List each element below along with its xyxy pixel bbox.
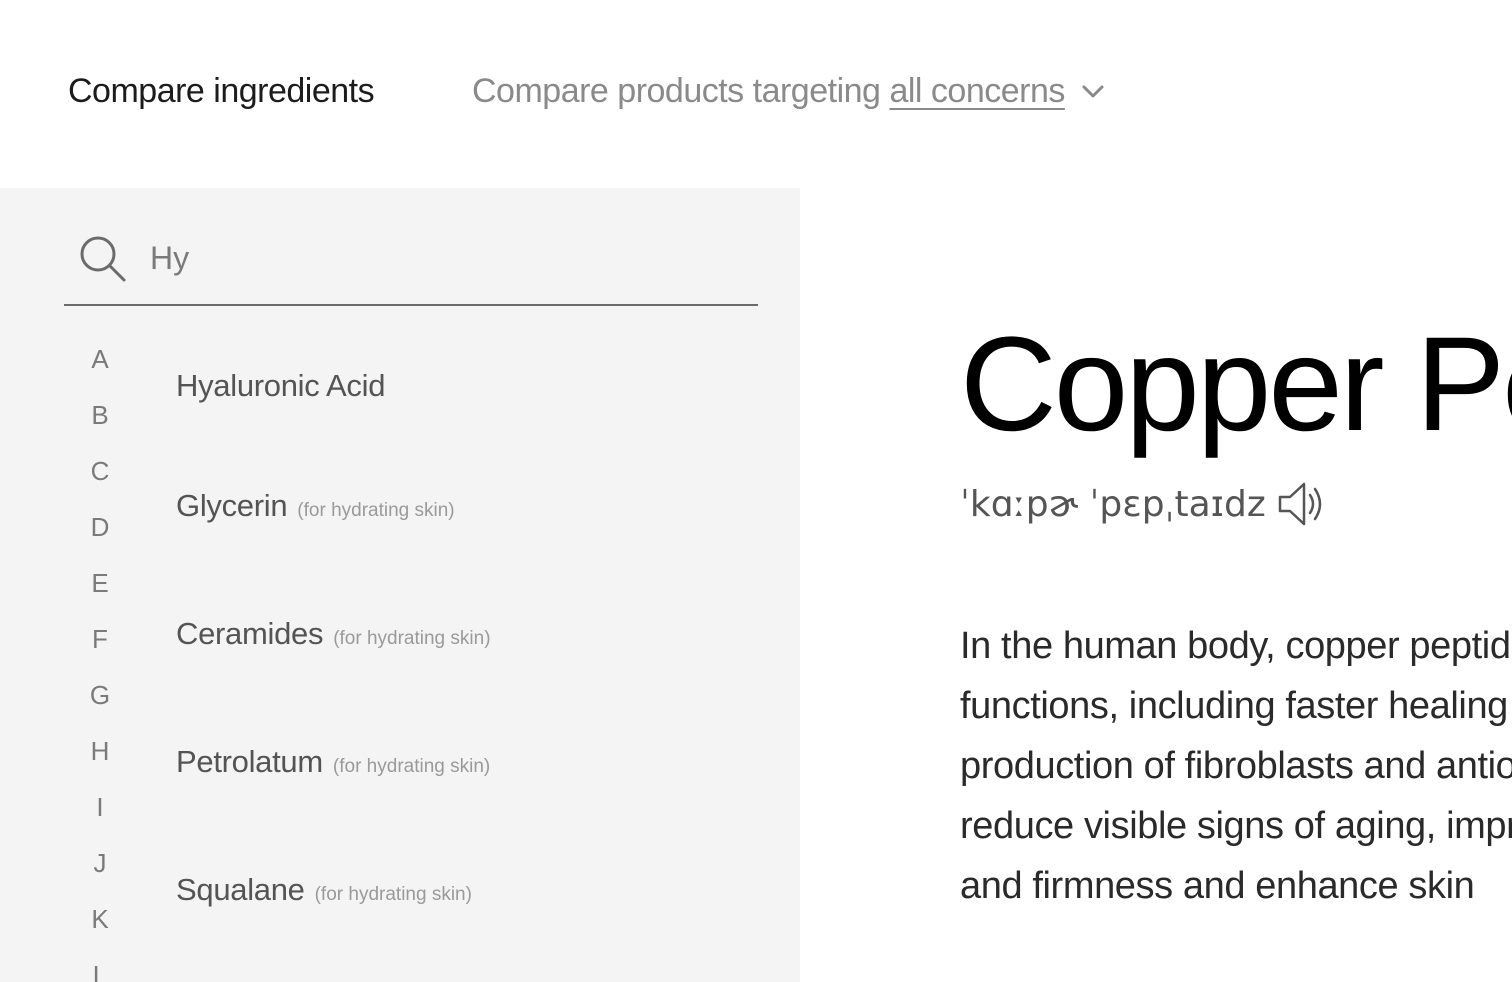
ingredient-detail: Copper Peptides ˈkɑːpɚ ˈpɛpˌtaɪdz In the… [800, 188, 1512, 982]
result-item-tag: (for hydrating skin) [314, 884, 472, 905]
chevron-down-icon[interactable] [1081, 84, 1105, 100]
ingredient-sidebar: A B C D E F G H I J K L Hyaluronic Acid … [0, 188, 800, 982]
description-line: production of fibroblasts and antioxidan… [960, 745, 1512, 787]
description-line: and firmness and enhance skin [960, 865, 1475, 907]
result-item-name: Ceramides [176, 616, 324, 651]
search-input[interactable] [150, 236, 730, 280]
result-item-tag: (for hydrating skin) [332, 756, 491, 777]
alpha-letter-c[interactable]: C [80, 450, 120, 506]
alpha-letter-f[interactable]: F [80, 618, 120, 674]
result-item-name: Glycerin [176, 488, 288, 523]
compare-ingredients-tab[interactable]: Compare ingredients [68, 72, 375, 111]
alphabet-index: A B C D E F G H I J K L [80, 338, 120, 982]
result-item-name: Squalane [176, 872, 305, 907]
alpha-letter-b[interactable]: B [80, 394, 120, 450]
result-item-ceramides[interactable]: Ceramides (for hydrating skin) [176, 616, 491, 652]
alpha-letter-k[interactable]: K [80, 898, 120, 954]
compare-products-selector[interactable]: Compare products targeting all concerns [472, 72, 1105, 111]
result-item-name: Petrolatum [176, 744, 323, 779]
description-line: reduce visible signs of aging, improve s… [960, 805, 1512, 847]
description-line: functions, including faster healing of w… [960, 685, 1512, 727]
search-icon [80, 236, 126, 282]
alpha-letter-e[interactable]: E [80, 562, 120, 618]
result-item-squalane[interactable]: Squalane (for hydrating skin) [176, 872, 472, 908]
result-item-tag: (for hydrating skin) [297, 500, 455, 521]
result-item-tag: (for hydrating skin) [333, 628, 491, 649]
compare-products-label: Compare products targeting [472, 72, 881, 110]
speaker-icon[interactable] [1276, 478, 1328, 530]
description-line: In the human body, copper peptides suppo… [960, 625, 1512, 667]
concern-dropdown-link[interactable]: all concerns [889, 72, 1065, 111]
top-navigation: Compare ingredients Compare products tar… [0, 0, 1512, 188]
ingredient-title: Copper Peptides [960, 310, 1512, 459]
ingredient-description: In the human body, copper peptides suppo… [960, 616, 1512, 916]
alpha-letter-h[interactable]: H [80, 730, 120, 786]
alpha-letter-i[interactable]: I [80, 786, 120, 842]
alpha-letter-a[interactable]: A [80, 338, 120, 394]
alpha-letter-d[interactable]: D [80, 506, 120, 562]
alpha-letter-l[interactable]: L [80, 954, 120, 982]
alpha-letter-g[interactable]: G [80, 674, 120, 730]
result-item-name: Hyaluronic Acid [176, 368, 386, 403]
result-item-petrolatum[interactable]: Petrolatum (for hydrating skin) [176, 744, 490, 780]
pronunciation-row: ˈkɑːpɚ ˈpɛpˌtaɪdz [960, 478, 1328, 530]
alpha-letter-j[interactable]: J [80, 842, 120, 898]
search-bar [64, 226, 758, 306]
pronunciation-text: ˈkɑːpɚ ˈpɛpˌtaɪdz [960, 483, 1266, 525]
result-item-glycerin[interactable]: Glycerin (for hydrating skin) [176, 488, 455, 524]
result-item-hyaluronic-acid[interactable]: Hyaluronic Acid [176, 368, 385, 404]
